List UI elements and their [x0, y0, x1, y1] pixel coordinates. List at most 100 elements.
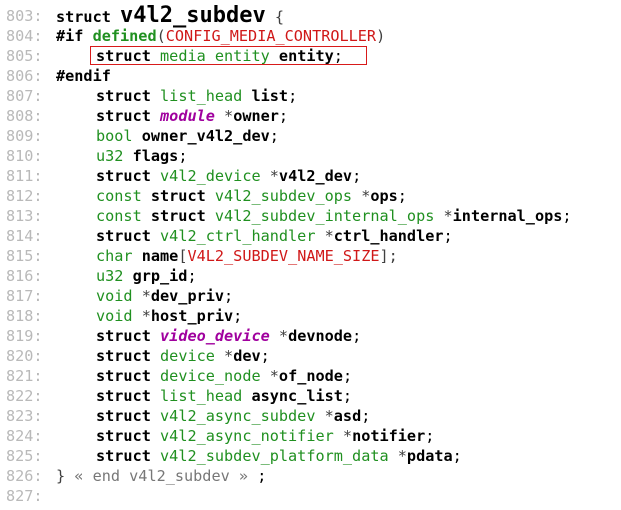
line-number[interactable]: 806: [6, 66, 43, 86]
code-token: ; [278, 107, 289, 125]
code-identifier-link[interactable]: v4l2_subdev_platform_data [160, 447, 389, 465]
line-number[interactable]: 811: [6, 166, 43, 186]
code-token: of_node [278, 367, 343, 385]
code-text: struct v4l2_subdev { [56, 3, 284, 28]
line-number[interactable]: 824: [6, 426, 43, 446]
code-token: * [260, 167, 279, 185]
code-text: struct list_head async_list; [96, 386, 352, 406]
code-identifier-link[interactable]: module [160, 107, 215, 125]
line-number[interactable]: 825: [6, 446, 43, 466]
code-token: * [352, 187, 371, 205]
code-line: 805: struct media_entity entity; [0, 46, 621, 66]
line-number[interactable]: 822: [6, 386, 43, 406]
code-line: 815: char name[V4L2_SUBDEV_NAME_SIZE]; [0, 246, 621, 266]
code-identifier-link[interactable]: v4l2_async_notifier [160, 427, 334, 445]
line-number[interactable]: 826: [6, 466, 43, 486]
line-number[interactable]: 812: [6, 186, 43, 206]
code-token: ctrl_handler [333, 227, 444, 245]
code-identifier-link[interactable]: device [160, 347, 215, 365]
code-identifier-link[interactable]: char [96, 247, 133, 265]
code-token: ; [224, 287, 234, 305]
line-number[interactable]: 819: [6, 326, 43, 346]
line-number[interactable]: 823: [6, 406, 43, 426]
source-code-view: 803: struct v4l2_subdev { 804: #if defined(… [0, 3, 621, 506]
code-line: 825: struct v4l2_subdev_platform_data *pd… [0, 446, 621, 466]
code-identifier-link[interactable]: CONFIG_MEDIA_CONTROLLER [166, 27, 376, 45]
code-identifier-link[interactable]: v4l2_subdev_internal_ops [215, 207, 434, 225]
code-identifier-link[interactable]: list_head [160, 387, 242, 405]
code-text: } « end v4l2_subdev » ; [56, 466, 266, 486]
code-line: 826: } « end v4l2_subdev » ; [0, 466, 621, 486]
line-number[interactable]: 815: [6, 246, 43, 266]
code-token: * [214, 347, 234, 365]
code-identifier-link[interactable]: const [96, 187, 142, 205]
line-number[interactable]: 817: [6, 286, 43, 306]
code-identifier-link[interactable]: bool [96, 127, 133, 145]
code-token: ; [397, 187, 407, 205]
line-number[interactable]: 808: [6, 106, 43, 126]
code-text: struct video_device *devnode; [96, 326, 361, 346]
code-text: char name[V4L2_SUBDEV_NAME_SIZE]; [96, 246, 398, 266]
code-line: 812: const struct v4l2_subdev_ops *ops; [0, 186, 621, 206]
code-identifier-link[interactable]: v4l2_subdev_ops [215, 187, 352, 205]
code-text: struct list_head list; [96, 86, 297, 106]
line-number[interactable]: 814: [6, 226, 43, 246]
code-identifier-link[interactable]: const [96, 207, 142, 225]
line-number[interactable]: 809: [6, 126, 43, 146]
code-identifier-link[interactable]: u32 [96, 267, 123, 285]
line-number[interactable]: 820: [6, 346, 43, 366]
code-line: 819: struct video_device *devnode; [0, 326, 621, 346]
code-identifier-link[interactable]: V4L2_SUBDEV_NAME_SIZE [187, 247, 379, 265]
code-token: * [388, 447, 407, 465]
code-line: 808: struct module *owner; [0, 106, 621, 126]
line-number[interactable]: 816: [6, 266, 43, 286]
line-number[interactable]: 807: [6, 86, 43, 106]
code-text: #endif [56, 66, 111, 86]
code-token: ; [178, 147, 188, 165]
code-token: struct [56, 8, 111, 26]
code-text: struct v4l2_ctrl_handler *ctrl_handler; [96, 226, 453, 246]
code-token: #endif [56, 67, 111, 85]
code-identifier-link[interactable]: u32 [96, 147, 123, 165]
line-number[interactable]: 803: [6, 6, 43, 26]
line-number[interactable]: 810: [6, 146, 43, 166]
line-number[interactable]: 827: [6, 486, 43, 506]
code-token: struct [96, 407, 151, 425]
code-text: struct v4l2_async_subdev *asd; [96, 406, 370, 426]
code-token: v4l2_subdev [120, 3, 266, 28]
code-line: 810: u32 flags; [0, 146, 621, 166]
code-identifier-link[interactable]: void [96, 287, 133, 305]
code-identifier-link[interactable]: void [96, 307, 133, 325]
code-identifier-link[interactable]: video_device [160, 327, 270, 345]
code-token: struct [96, 107, 151, 125]
line-number[interactable]: 804: [6, 26, 43, 46]
code-identifier-link[interactable]: defined [93, 27, 157, 45]
code-identifier-link[interactable]: device_node [160, 367, 261, 385]
code-token: struct [96, 347, 151, 365]
code-token: * [434, 207, 453, 225]
code-line: 809: bool owner_v4l2_dev; [0, 126, 621, 146]
line-number[interactable]: 821: [6, 366, 43, 386]
code-text: #if defined(CONFIG_MEDIA_CONTROLLER) [56, 26, 385, 46]
line-number[interactable]: 813: [6, 206, 43, 226]
code-token: v4l2_dev [278, 167, 353, 185]
code-text: struct device_node *of_node; [96, 366, 352, 386]
code-identifier-link[interactable]: list_head [160, 87, 242, 105]
line-number[interactable]: 818: [6, 306, 43, 326]
code-identifier-link[interactable]: v4l2_async_subdev [160, 407, 315, 425]
code-text: void *host_priv; [96, 306, 242, 326]
code-identifier-link[interactable]: v4l2_device [160, 167, 261, 185]
code-identifier-link[interactable]: v4l2_ctrl_handler [160, 227, 315, 245]
line-number[interactable]: 805: [6, 46, 43, 66]
code-line: 818: void *host_priv; [0, 306, 621, 326]
code-token: ; [443, 227, 453, 245]
